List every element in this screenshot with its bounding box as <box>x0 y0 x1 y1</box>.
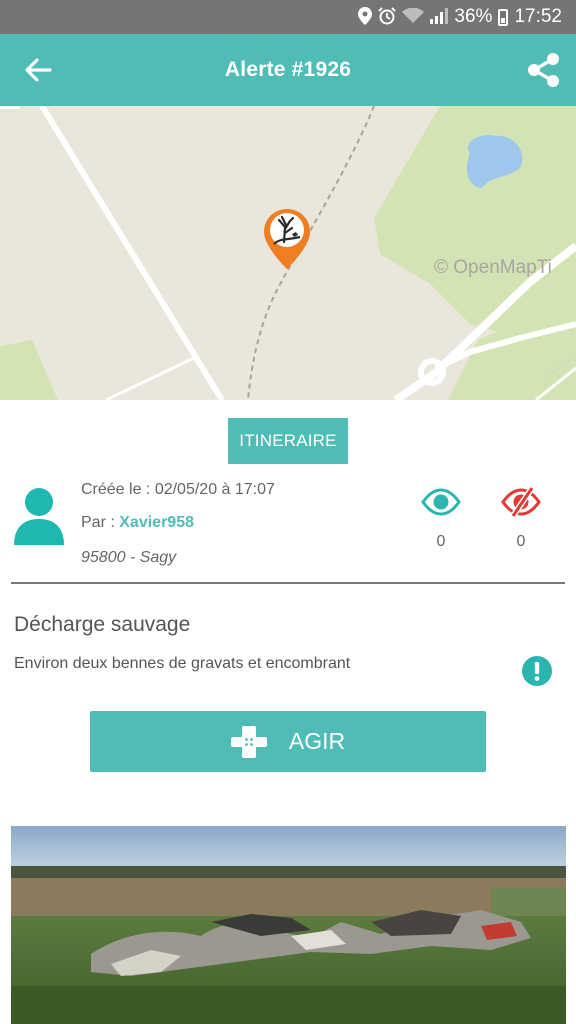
exclamation-icon[interactable] <box>522 656 552 686</box>
share-icon[interactable] <box>524 50 564 90</box>
page-title: Alerte #1926 <box>224 58 352 81</box>
seen-counter[interactable]: 0 <box>421 487 461 551</box>
dead-tree-pollution-icon[interactable] <box>262 207 312 271</box>
not-seen-count: 0 <box>516 533 526 550</box>
bandage-plus-icon <box>230 725 267 758</box>
alert-photo[interactable] <box>11 826 566 1024</box>
author-prefix: Par : <box>81 514 115 531</box>
wifi-icon <box>402 7 425 27</box>
user-avatar-icon <box>14 488 64 545</box>
act-button[interactable]: AGIR <box>90 711 486 772</box>
eye-icon <box>421 488 461 516</box>
alert-category: Décharge sauvage <box>14 613 191 636</box>
battery-icon <box>498 8 509 26</box>
map-attribution: © OpenMapTi <box>434 257 552 278</box>
status-bar: 36% 17:52 <box>0 0 576 34</box>
itinerary-button[interactable]: ITINERAIRE <box>228 418 348 464</box>
alert-location: 95800 - Sagy <box>81 549 177 566</box>
arrow-left-icon[interactable] <box>20 52 56 88</box>
alarm-icon <box>378 6 397 28</box>
author-link[interactable]: Xavier958 <box>119 514 194 531</box>
author-line: Par : Xavier958 <box>81 514 194 532</box>
created-date: Créée le : 02/05/20 à 17:07 <box>81 481 275 498</box>
act-button-label: AGIR <box>288 728 346 754</box>
app-bar: Alerte #1926 <box>0 34 576 106</box>
clock: 17:52 <box>514 6 562 27</box>
seen-count: 0 <box>436 533 446 550</box>
alert-photo-image <box>11 826 566 1024</box>
divider <box>11 582 565 584</box>
eye-slash-icon <box>501 487 541 517</box>
signal-icon <box>430 7 449 27</box>
alert-description: Environ deux bennes de gravats et encomb… <box>14 655 351 672</box>
not-seen-counter[interactable]: 0 <box>501 487 541 551</box>
battery-percent: 36% <box>454 6 493 27</box>
location-icon <box>358 6 373 28</box>
